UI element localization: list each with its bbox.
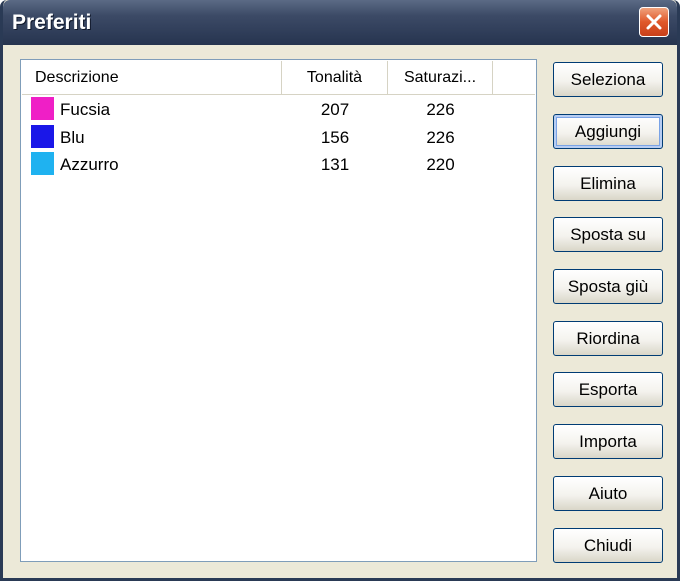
riordina-button[interactable]: Riordina: [553, 321, 663, 356]
list-item[interactable]: Azzurro 131 220: [22, 151, 535, 179]
esporta-button[interactable]: Esporta: [553, 372, 663, 407]
item-tonalita: 156: [320, 127, 350, 147]
title-bar[interactable]: Preferiti: [3, 0, 677, 45]
item-saturazione: 220: [426, 155, 455, 174]
item-name: Azzurro: [60, 155, 119, 174]
favorites-list[interactable]: Descrizione Tonalità Saturazi... Fucsia …: [20, 59, 537, 562]
aiuto-button[interactable]: Aiuto: [553, 476, 663, 511]
column-header-filler: [493, 61, 535, 94]
item-saturazione: 226: [426, 100, 455, 119]
chiudi-button[interactable]: Chiudi: [553, 528, 663, 563]
item-saturazione: 226: [426, 127, 455, 147]
list-item[interactable]: Blu 156 226: [22, 124, 535, 152]
item-tonalita: 131: [320, 155, 350, 174]
item-name: Fucsia: [60, 100, 111, 119]
close-button[interactable]: [639, 7, 669, 37]
elimina-button[interactable]: Elimina: [553, 166, 663, 201]
item-name: Blu: [60, 127, 85, 147]
sposta-su-button[interactable]: Sposta su: [553, 217, 663, 252]
list-rows: Fucsia 207 226 Blu 156 226 Azzurro 131 2…: [22, 96, 535, 179]
item-tonalita: 207: [320, 100, 350, 119]
close-icon: [646, 14, 662, 30]
column-header-descrizione[interactable]: Descrizione: [22, 61, 282, 94]
aggiungi-button[interactable]: Aggiungi: [553, 114, 663, 149]
favorites-dialog: Preferiti Descrizione Tonalità Saturazi.…: [0, 0, 680, 581]
seleziona-button[interactable]: Seleziona: [553, 62, 663, 97]
color-swatch-fucsia: [31, 97, 54, 120]
color-swatch-blu: [31, 124, 54, 148]
column-header-tonalita[interactable]: Tonalità: [282, 61, 388, 94]
list-item[interactable]: Fucsia 207 226: [22, 96, 535, 124]
list-header: Descrizione Tonalità Saturazi...: [22, 61, 535, 95]
column-header-saturazione[interactable]: Saturazi...: [388, 61, 493, 94]
color-swatch-azzurro: [31, 152, 54, 175]
sposta-giu-button[interactable]: Sposta giù: [553, 269, 663, 304]
importa-button[interactable]: Importa: [553, 424, 663, 459]
window-title: Preferiti: [12, 11, 92, 34]
